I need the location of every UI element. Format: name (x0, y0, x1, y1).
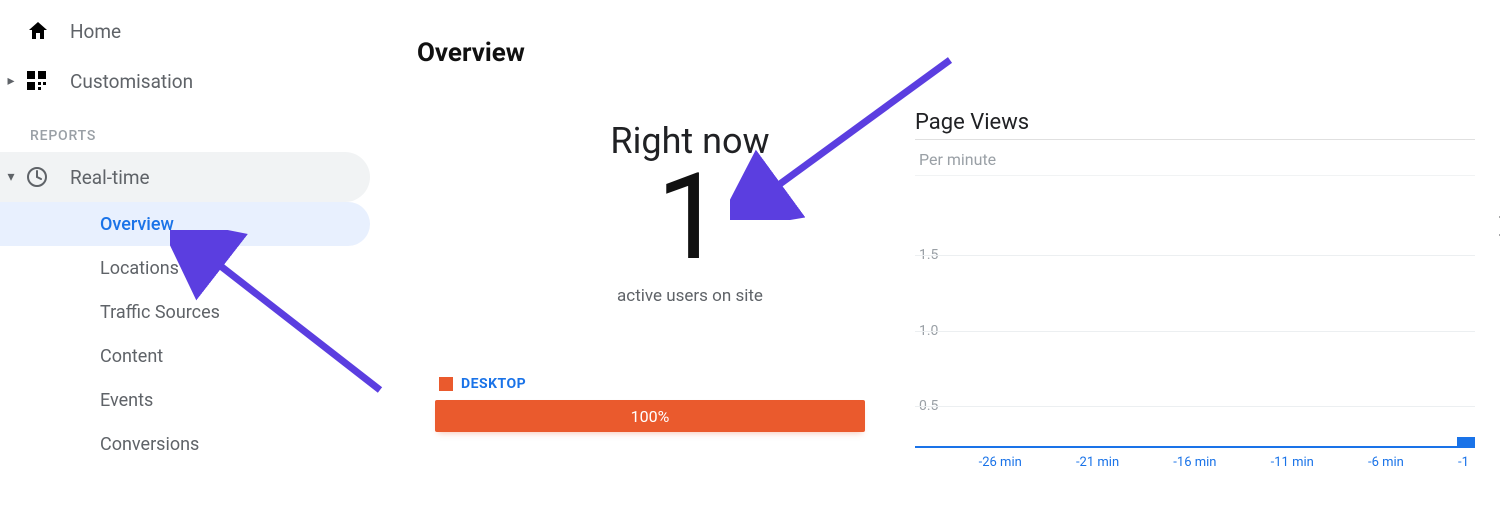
pageviews-chart: Page Views Per minute 1.5 1.0 0.5 . -26 … (915, 110, 1475, 490)
sidebar-subitem-content[interactable]: Content (0, 334, 370, 378)
sidebar-subitem-locations[interactable]: Locations (0, 246, 370, 290)
sidebar-item-realtime[interactable]: ▾ Real-time (0, 152, 370, 202)
x-axis-ticks: . -26 min -21 min -16 min -11 min -6 min… (915, 455, 1475, 470)
active-users-caption: active users on site (515, 286, 865, 306)
sidebar-item-customisation[interactable]: ▸ Customisation (0, 56, 370, 106)
realtime-subnav: Overview Locations Traffic Sources Conte… (0, 202, 370, 466)
sidebar-item-home[interactable]: Home (0, 6, 370, 56)
sidebar-subitem-conversions[interactable]: Conversions (0, 422, 370, 466)
sidebar-subitem-traffic-sources[interactable]: Traffic Sources (0, 290, 370, 334)
home-icon (22, 19, 70, 43)
legend-swatch-desktop (439, 377, 453, 391)
sidebar-section-reports: REPORTS (0, 106, 370, 152)
active-users-count: 1 (515, 158, 865, 278)
chart-title: Page Views (915, 110, 1475, 135)
x-tick: -1 (1458, 455, 1469, 470)
subitem-label: Traffic Sources (100, 302, 220, 323)
subitem-label: Locations (100, 258, 179, 279)
device-percent-bar: 100% (435, 400, 865, 432)
sidebar: Home ▸ Customisation REPORTS ▾ Real-time… (0, 0, 370, 521)
subitem-label: Content (100, 346, 163, 367)
subitem-label: Events (100, 390, 153, 411)
x-tick: -11 min (1271, 455, 1314, 470)
caret-right-icon: ▸ (0, 73, 22, 89)
chart-bar (1457, 437, 1475, 446)
x-tick: -26 min (979, 455, 1022, 470)
dashboard-icon (22, 70, 70, 92)
x-tick: -21 min (1076, 455, 1119, 470)
chart-baseline (915, 446, 1475, 448)
sidebar-label-realtime: Real-time (70, 166, 370, 189)
x-tick: -6 min (1368, 455, 1404, 470)
chart-subtitle: Per minute (915, 139, 1475, 176)
sidebar-subitem-events[interactable]: Events (0, 378, 370, 422)
sidebar-subitem-overview[interactable]: Overview (0, 202, 370, 246)
right-now-block: Right now 1 active users on site (515, 120, 865, 306)
legend-label-desktop: DESKTOP (461, 376, 526, 392)
chart-plot-area: 1.5 1.0 0.5 . -26 min -21 min -16 min -1… (915, 180, 1475, 470)
subitem-label: Conversions (100, 434, 199, 455)
x-tick: -16 min (1173, 455, 1216, 470)
device-percent-value: 100% (631, 407, 670, 426)
caret-down-icon: ▾ (0, 169, 22, 185)
clock-icon (22, 166, 70, 188)
sidebar-label-home: Home (70, 20, 370, 43)
subitem-label: Overview (100, 214, 174, 235)
device-legend: DESKTOP (439, 376, 526, 392)
page-title: Overview (395, 10, 1495, 68)
next-chart-button[interactable] (1495, 206, 1500, 246)
sidebar-label-customisation: Customisation (70, 70, 370, 93)
main-panel: Overview Right now 1 active users on sit… (395, 10, 1495, 510)
